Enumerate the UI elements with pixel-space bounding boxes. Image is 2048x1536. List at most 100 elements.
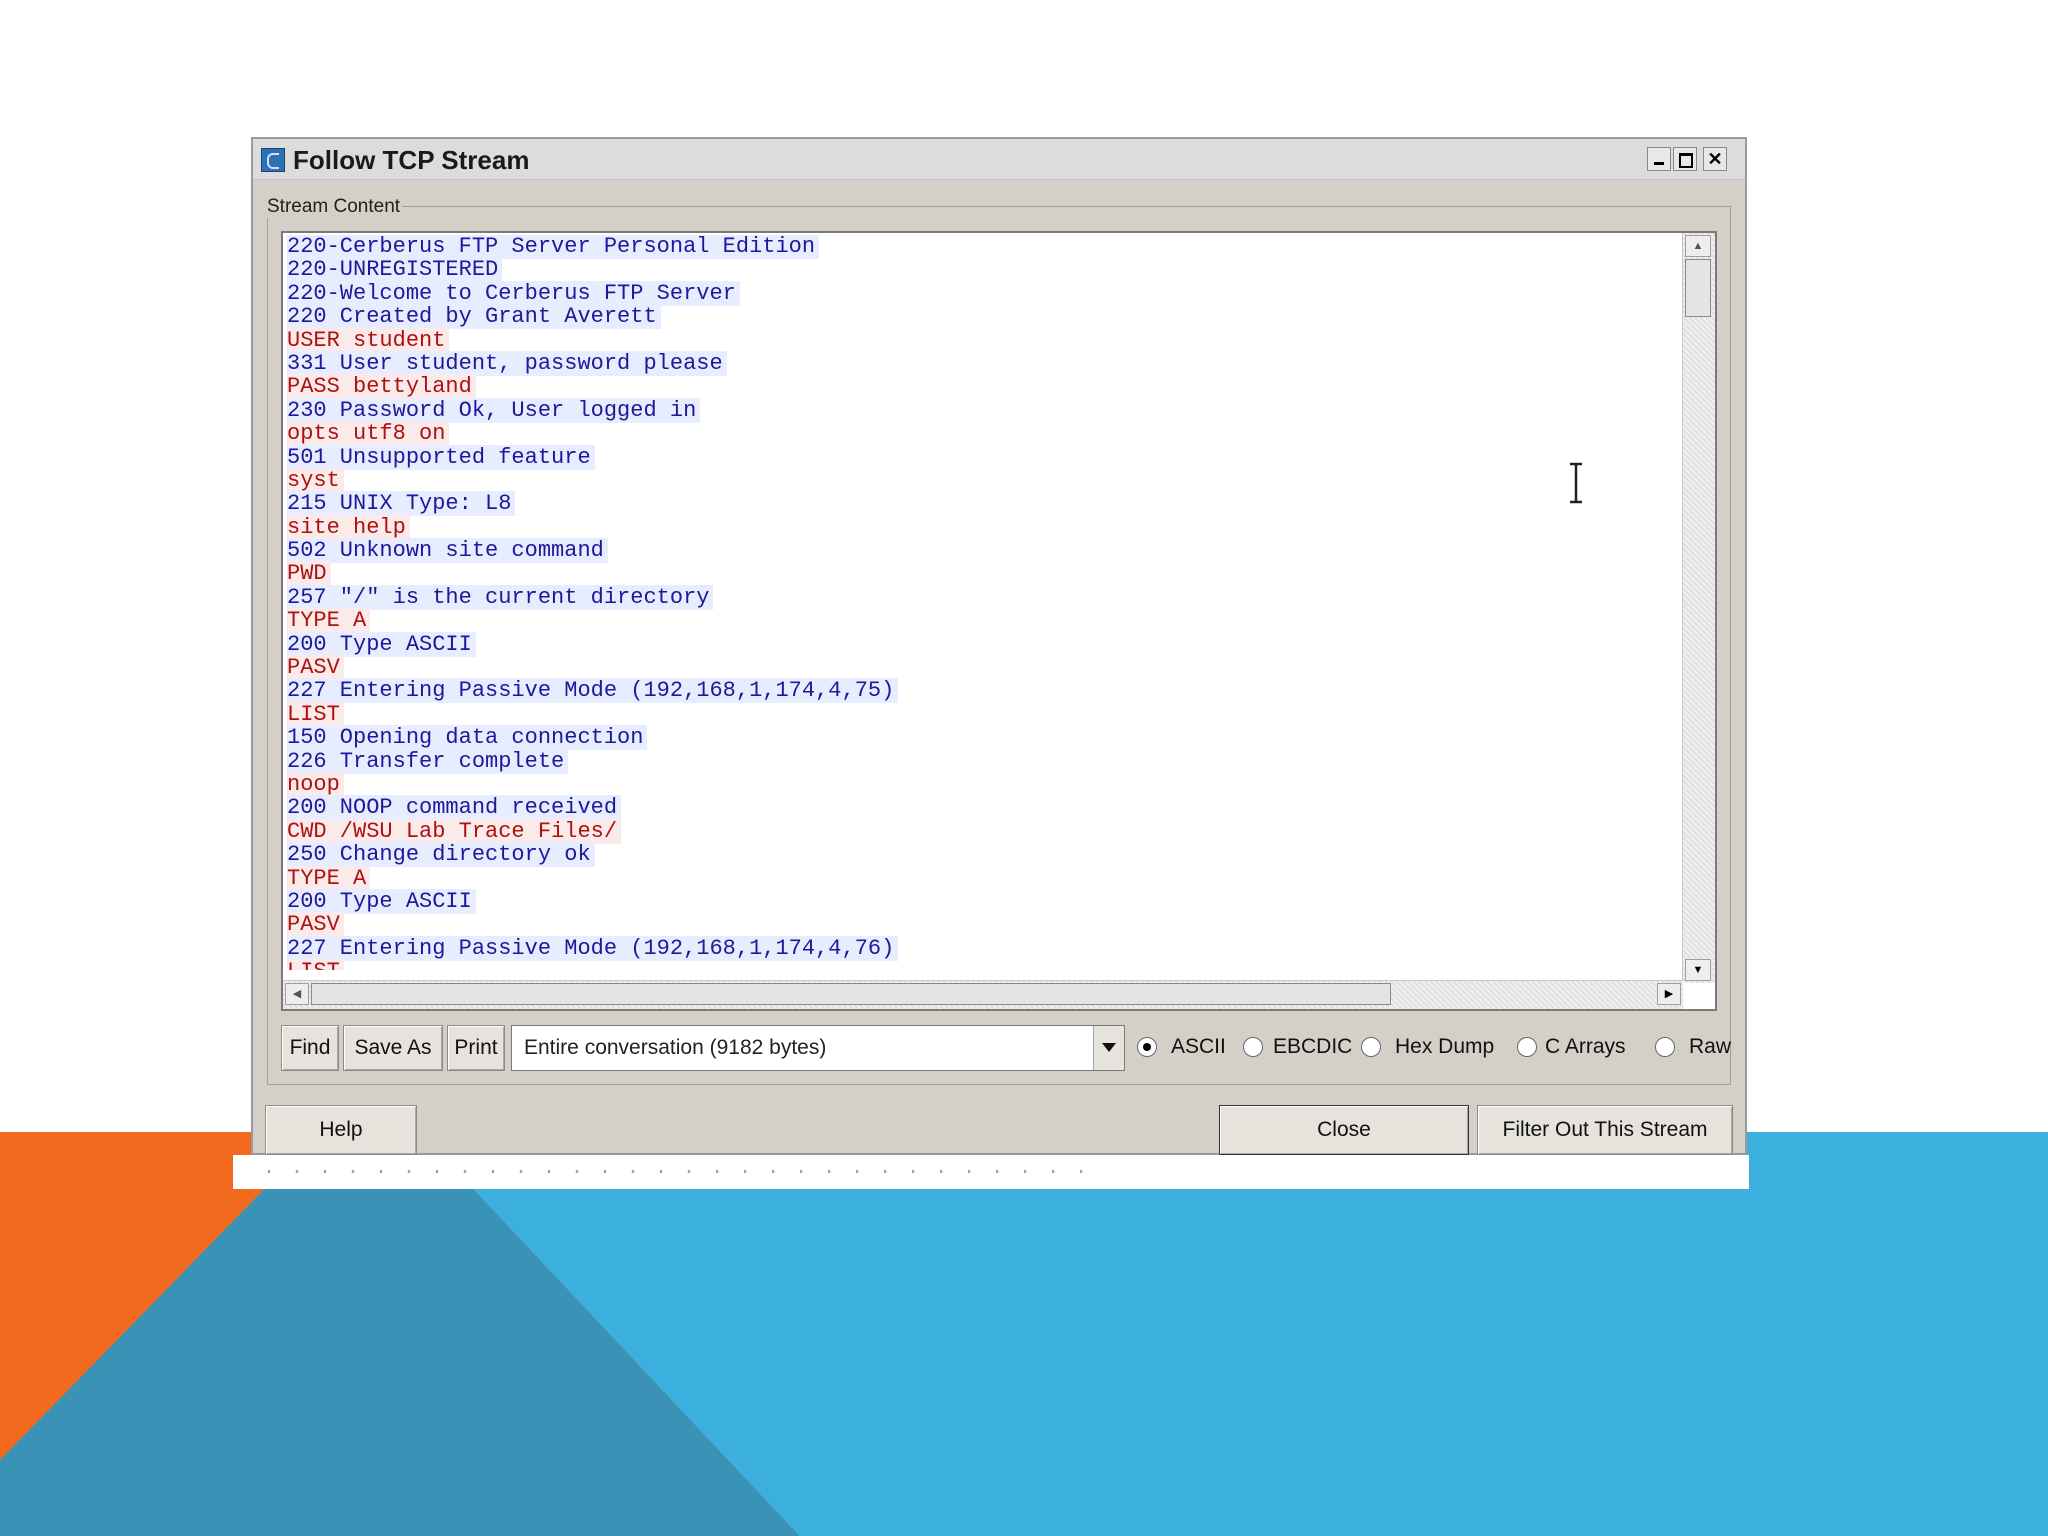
stream-line-text: 226 Transfer complete — [287, 748, 569, 774]
scroll-down-icon[interactable]: ▼ — [1685, 959, 1711, 981]
stream-content-legend: Stream Content — [265, 196, 403, 218]
stream-line-client: PASV — [285, 655, 1681, 681]
stream-line-text: TYPE A — [287, 608, 371, 634]
stream-line-server: 331 User student, password please — [285, 350, 1681, 376]
stream-line-text: LIST — [287, 701, 344, 727]
scroll-up-icon[interactable]: ▲ — [1685, 235, 1711, 257]
save-as-button[interactable]: Save As — [343, 1025, 443, 1071]
stream-line-text: opts utf8 on — [287, 421, 450, 447]
stream-line-client: LIST — [285, 959, 1681, 970]
stream-line-text: 501 Unsupported feature — [287, 444, 595, 470]
stream-line-server: 200 NOOP command received — [285, 795, 1681, 821]
vertical-scroll-thumb[interactable] — [1685, 259, 1711, 317]
stream-line-server: 200 Type ASCII — [285, 888, 1681, 914]
minimize-icon[interactable] — [1647, 147, 1671, 171]
stream-line-text: 220-Welcome to Cerberus FTP Server — [287, 280, 740, 306]
horizontal-scroll-thumb[interactable] — [311, 983, 1391, 1005]
stream-line-server: 200 Type ASCII — [285, 631, 1681, 657]
stream-line-text: CWD /WSU Lab Trace Files/ — [287, 818, 622, 844]
stream-content-textarea[interactable]: 220-Cerberus FTP Server Personal Edition… — [281, 231, 1717, 1011]
stream-line-client: noop — [285, 771, 1681, 797]
stream-line-text: PASV — [287, 655, 344, 681]
radio-c-arrays[interactable] — [1517, 1037, 1537, 1057]
stream-line-text: noop — [287, 771, 344, 797]
stream-line-server: 226 Transfer complete — [285, 748, 1681, 774]
stream-line-text: 200 Type ASCII — [287, 631, 476, 657]
scroll-left-icon[interactable]: ◀ — [285, 983, 309, 1005]
stream-line-text: site help — [287, 514, 410, 540]
find-button[interactable]: Find — [281, 1025, 339, 1071]
radio-raw[interactable] — [1655, 1037, 1675, 1057]
stream-line-client: USER student — [285, 327, 1681, 353]
horizontal-scrollbar[interactable]: ◀ ▶ — [283, 980, 1683, 1009]
stream-line-client: syst — [285, 467, 1681, 493]
stream-line-text: PASV — [287, 912, 344, 938]
stream-line-client: TYPE A — [285, 608, 1681, 634]
dialog-bottom-strip: . . . . . . . . . . . . . . . . . . . . … — [233, 1155, 1749, 1189]
stream-line-server: 250 Change directory ok — [285, 842, 1681, 868]
stream-line-server: 501 Unsupported feature — [285, 444, 1681, 470]
stream-line-client: LIST — [285, 701, 1681, 727]
stream-line-server: 220-Cerberus FTP Server Personal Edition — [285, 235, 1681, 259]
stream-text[interactable]: 220-Cerberus FTP Server Personal Edition… — [285, 235, 1681, 970]
stream-line-text: 220 Created by Grant Averett — [287, 304, 661, 330]
title-bar[interactable]: Follow TCP Stream ✕ — [253, 139, 1745, 180]
stream-line-text: 331 User student, password please — [287, 350, 727, 376]
stream-line-text: 227 Entering Passive Mode (192,168,1,174… — [287, 678, 899, 704]
vertical-scrollbar[interactable]: ▲ ▼ — [1682, 233, 1715, 983]
radio-hex-dump[interactable] — [1361, 1037, 1381, 1057]
stream-line-server: 220 Created by Grant Averett — [285, 304, 1681, 330]
stream-line-text: 230 Password Ok, User logged in — [287, 397, 701, 423]
chevron-down-icon[interactable] — [1093, 1026, 1124, 1070]
stream-line-server: 227 Entering Passive Mode (192,168,1,174… — [285, 935, 1681, 961]
stream-line-client: PWD — [285, 561, 1681, 587]
radio-c-arrays-label: C Arrays — [1545, 1035, 1626, 1058]
window-title: Follow TCP Stream — [293, 145, 530, 175]
filter-out-stream-button[interactable]: Filter Out This Stream — [1477, 1105, 1733, 1155]
stream-line-server: 257 "/" is the current directory — [285, 584, 1681, 610]
text-cursor-icon — [1570, 462, 1582, 504]
radio-raw-label: Raw — [1689, 1035, 1732, 1058]
stream-line-client: PASV — [285, 912, 1681, 938]
stream-line-text: 220-UNREGISTERED — [287, 257, 503, 283]
stream-line-text: USER student — [287, 327, 450, 353]
stream-line-server: 150 Opening data connection — [285, 725, 1681, 751]
stream-line-client: opts utf8 on — [285, 421, 1681, 447]
close-icon[interactable]: ✕ — [1703, 147, 1727, 171]
stream-line-client: PASS bettyland — [285, 374, 1681, 400]
stream-line-server: 230 Password Ok, User logged in — [285, 397, 1681, 423]
close-button[interactable]: Close — [1219, 1105, 1469, 1155]
print-button[interactable]: Print — [447, 1025, 505, 1071]
stream-line-server: 220-Welcome to Cerberus FTP Server — [285, 280, 1681, 306]
radio-ascii-label: ASCII — [1171, 1035, 1226, 1058]
stream-line-text: 150 Opening data connection — [287, 725, 648, 751]
stream-line-text: PWD — [287, 561, 331, 587]
obscured-text: . . . . . . . . . . . . . . . . . . . . … — [263, 1157, 1090, 1180]
radio-ebcdic[interactable] — [1243, 1037, 1263, 1057]
stream-line-client: TYPE A — [285, 865, 1681, 891]
help-button[interactable]: Help — [265, 1105, 417, 1155]
stream-line-server: 220-UNREGISTERED — [285, 257, 1681, 283]
conversation-select[interactable]: Entire conversation (9182 bytes) — [511, 1025, 1125, 1071]
stream-line-text: 227 Entering Passive Mode (192,168,1,174… — [287, 935, 899, 961]
stream-line-server: 227 Entering Passive Mode (192,168,1,174… — [285, 678, 1681, 704]
stream-line-text: PASS bettyland — [287, 374, 476, 400]
follow-tcp-stream-dialog: Follow TCP Stream ✕ Stream Content 220-C… — [251, 137, 1747, 1155]
radio-ascii[interactable] — [1137, 1037, 1157, 1057]
stream-line-text: 200 NOOP command received — [287, 795, 622, 821]
stream-line-text: 220-Cerberus FTP Server Personal Edition — [287, 235, 820, 259]
conversation-select-value: Entire conversation (9182 bytes) — [524, 1036, 827, 1059]
stream-line-text: 215 UNIX Type: L8 — [287, 491, 516, 517]
stream-line-text: 200 Type ASCII — [287, 888, 476, 914]
stream-line-server: 502 Unknown site command — [285, 538, 1681, 564]
scroll-right-icon[interactable]: ▶ — [1657, 983, 1681, 1005]
stream-line-text: 250 Change directory ok — [287, 842, 595, 868]
wireshark-app-icon — [261, 148, 285, 172]
radio-hex-dump-label: Hex Dump — [1395, 1035, 1495, 1058]
stream-line-text: syst — [287, 467, 344, 493]
stream-line-text: LIST — [287, 959, 344, 970]
stream-line-client: site help — [285, 514, 1681, 540]
stream-line-client: CWD /WSU Lab Trace Files/ — [285, 818, 1681, 844]
maximize-icon[interactable] — [1673, 147, 1697, 171]
stream-line-text: TYPE A — [287, 865, 371, 891]
